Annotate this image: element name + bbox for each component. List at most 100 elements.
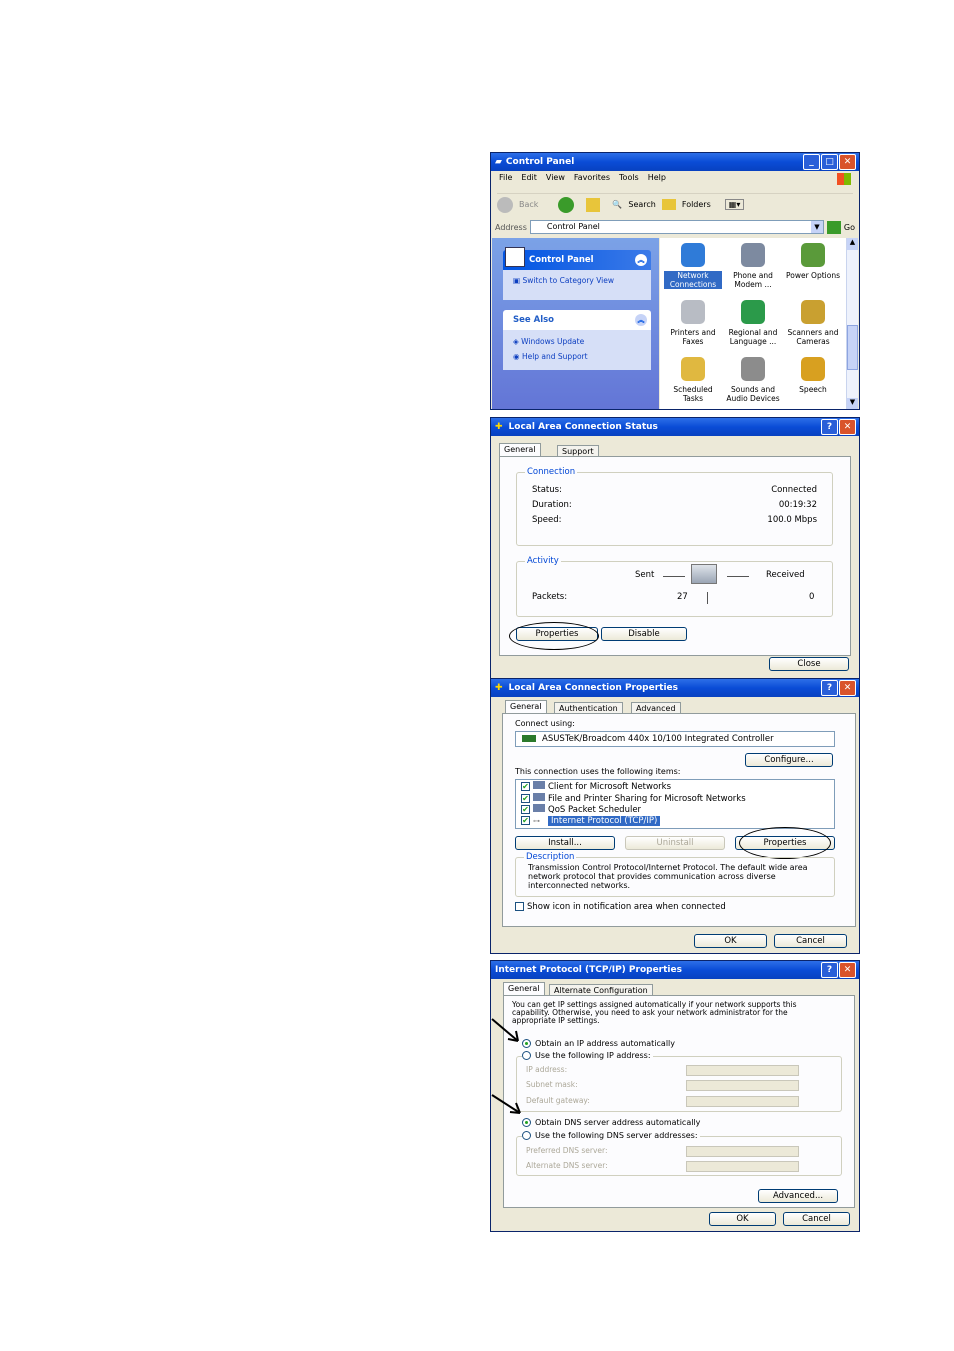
control-panel-item[interactable]: Phone and Modem ... bbox=[724, 243, 782, 289]
back-label[interactable]: Back bbox=[519, 200, 538, 209]
ok-button[interactable]: OK bbox=[709, 1212, 776, 1226]
minimize-button[interactable]: _ bbox=[803, 154, 820, 170]
use-ip-radio-row[interactable]: Use the following IP address: bbox=[522, 1051, 653, 1060]
search-icon[interactable]: 🔍 bbox=[612, 200, 622, 209]
checkbox[interactable] bbox=[515, 902, 524, 911]
close-button[interactable]: ✕ bbox=[839, 154, 856, 170]
menu-tools[interactable]: Tools bbox=[619, 173, 639, 182]
help-button[interactable]: ? bbox=[821, 962, 838, 978]
obtain-ip-radio-row[interactable]: Obtain an IP address automatically bbox=[522, 1039, 675, 1048]
control-panel-item[interactable]: Network Connections bbox=[664, 243, 722, 289]
folders-label[interactable]: Folders bbox=[682, 200, 711, 209]
menu-edit[interactable]: Edit bbox=[521, 173, 537, 182]
adapter-field: ASUSTeK/Broadcom 440x 10/100 Integrated … bbox=[515, 731, 835, 747]
disable-button[interactable]: Disable bbox=[601, 627, 687, 641]
highlight-oval bbox=[739, 827, 831, 859]
install-button[interactable]: Install... bbox=[515, 836, 615, 850]
radio-button[interactable] bbox=[522, 1051, 531, 1060]
tab-general[interactable]: General bbox=[505, 700, 547, 713]
show-icon-checkbox-row[interactable]: Show icon in notification area when conn… bbox=[515, 902, 726, 912]
use-dns-radio-row[interactable]: Use the following DNS server addresses: bbox=[522, 1131, 700, 1140]
list-item[interactable]: ✔ File and Printer Sharing for Microsoft … bbox=[521, 792, 829, 805]
control-panel-item[interactable]: Power Options bbox=[784, 243, 842, 280]
close-button[interactable]: ✕ bbox=[839, 419, 856, 435]
status-label: Status: bbox=[532, 485, 562, 495]
radio-button[interactable] bbox=[522, 1131, 531, 1140]
ok-button[interactable]: OK bbox=[694, 934, 767, 948]
address-input[interactable]: Control Panel ▼ bbox=[529, 220, 824, 234]
item-label: Internet Protocol (TCP/IP) bbox=[548, 815, 661, 826]
folders-icon[interactable] bbox=[661, 199, 676, 210]
list-item[interactable]: ✔ QoS Packet Scheduler bbox=[521, 804, 829, 816]
vertical-scrollbar[interactable]: ▲ ▼ bbox=[846, 238, 858, 409]
item-label: Sounds and Audio Devices bbox=[726, 385, 780, 403]
packets-received: 0 bbox=[809, 592, 815, 602]
windows-update-link[interactable]: ◈ Windows Update bbox=[513, 334, 641, 349]
list-item[interactable]: ✔ Client for Microsoft Networks bbox=[521, 781, 829, 793]
maximize-button[interactable]: □ bbox=[821, 154, 838, 170]
checkbox[interactable]: ✔ bbox=[521, 793, 530, 803]
title-bar[interactable]: ✚ Local Area Connection Status ? ✕ bbox=[491, 418, 859, 436]
control-panel-item[interactable]: Scanners and Cameras bbox=[784, 300, 842, 346]
qos-icon bbox=[533, 804, 545, 812]
collapse-icon[interactable]: ︽ bbox=[635, 254, 647, 266]
address-dropdown-icon[interactable]: ▼ bbox=[810, 221, 823, 233]
go-icon[interactable] bbox=[826, 220, 841, 234]
help-button[interactable]: ? bbox=[821, 680, 838, 696]
control-panel-item[interactable]: Speech bbox=[784, 357, 842, 394]
see-also-header[interactable]: See Also ︽ bbox=[503, 310, 651, 330]
menu-favorites[interactable]: Favorites bbox=[574, 173, 610, 182]
link-label: Windows Update bbox=[521, 337, 585, 346]
search-label[interactable]: Search bbox=[628, 200, 655, 209]
collapse-icon[interactable]: ︽ bbox=[635, 314, 647, 326]
back-icon[interactable] bbox=[497, 196, 513, 213]
address-bar: Address Control Panel ▼ Go bbox=[495, 219, 855, 235]
menu-help[interactable]: Help bbox=[648, 173, 666, 182]
help-button[interactable]: ? bbox=[821, 419, 838, 435]
title-bar[interactable]: ▰ Control Panel _ □ ✕ bbox=[491, 153, 859, 171]
scroll-down-icon[interactable]: ▼ bbox=[847, 398, 858, 409]
title-bar[interactable]: ✚ Local Area Connection Properties ? ✕ bbox=[491, 679, 859, 697]
window-title: Local Area Connection Properties bbox=[508, 683, 679, 693]
go-label[interactable]: Go bbox=[844, 223, 855, 232]
items-label: This connection uses the following items… bbox=[515, 767, 681, 776]
close-dialog-button[interactable]: Close bbox=[769, 657, 849, 671]
window-title: Internet Protocol (TCP/IP) Properties bbox=[495, 965, 682, 975]
scroll-thumb[interactable] bbox=[847, 325, 858, 370]
checkbox[interactable]: ✔ bbox=[521, 805, 530, 814]
checkbox[interactable]: ✔ bbox=[521, 815, 530, 825]
configure-button[interactable]: Configure... bbox=[745, 753, 833, 767]
line-left bbox=[663, 576, 685, 577]
menu-file[interactable]: File bbox=[499, 173, 512, 182]
list-item-selected[interactable]: ✔ ⊶ Internet Protocol (TCP/IP) bbox=[521, 815, 829, 827]
tab-general[interactable]: General bbox=[499, 443, 541, 456]
up-folder-icon[interactable] bbox=[586, 197, 601, 212]
close-button[interactable]: ✕ bbox=[839, 962, 856, 978]
cancel-button[interactable]: Cancel bbox=[783, 1212, 850, 1226]
cancel-button[interactable]: Cancel bbox=[774, 934, 847, 948]
title-bar[interactable]: Internet Protocol (TCP/IP) Properties ? … bbox=[491, 961, 859, 979]
switch-category-link[interactable]: Switch to Category View bbox=[522, 276, 614, 285]
scroll-up-icon[interactable]: ▲ bbox=[847, 238, 858, 250]
help-icon: ◉ bbox=[513, 352, 522, 361]
speed-value: 100.0 Mbps bbox=[767, 515, 817, 525]
task-box-header[interactable]: Control Panel ︽ bbox=[503, 247, 651, 270]
control-panel-item[interactable]: Printers and Faxes bbox=[664, 300, 722, 346]
close-button[interactable]: ✕ bbox=[839, 680, 856, 696]
windows-logo-icon bbox=[837, 173, 851, 185]
item-label: QoS Packet Scheduler bbox=[548, 805, 642, 815]
checkbox[interactable]: ✔ bbox=[521, 782, 530, 791]
use-dns-label: Use the following DNS server addresses: bbox=[535, 1131, 698, 1140]
item-label: Printers and Faxes bbox=[670, 328, 716, 346]
control-panel-item[interactable]: Sounds and Audio Devices bbox=[724, 357, 782, 403]
views-icon[interactable]: ▦▾ bbox=[724, 199, 745, 210]
sent-label: Sent bbox=[635, 570, 655, 580]
menu-view[interactable]: View bbox=[546, 173, 565, 182]
control-panel-item[interactable]: Scheduled Tasks bbox=[664, 357, 722, 403]
help-support-link[interactable]: ◉ Help and Support bbox=[513, 349, 641, 364]
tab-general[interactable]: General bbox=[503, 982, 545, 995]
control-panel-item[interactable]: Regional and Language ... bbox=[724, 300, 782, 346]
forward-icon[interactable] bbox=[558, 196, 575, 213]
obtain-dns-radio-row[interactable]: Obtain DNS server address automatically bbox=[522, 1118, 700, 1127]
advanced-button[interactable]: Advanced... bbox=[758, 1189, 838, 1203]
